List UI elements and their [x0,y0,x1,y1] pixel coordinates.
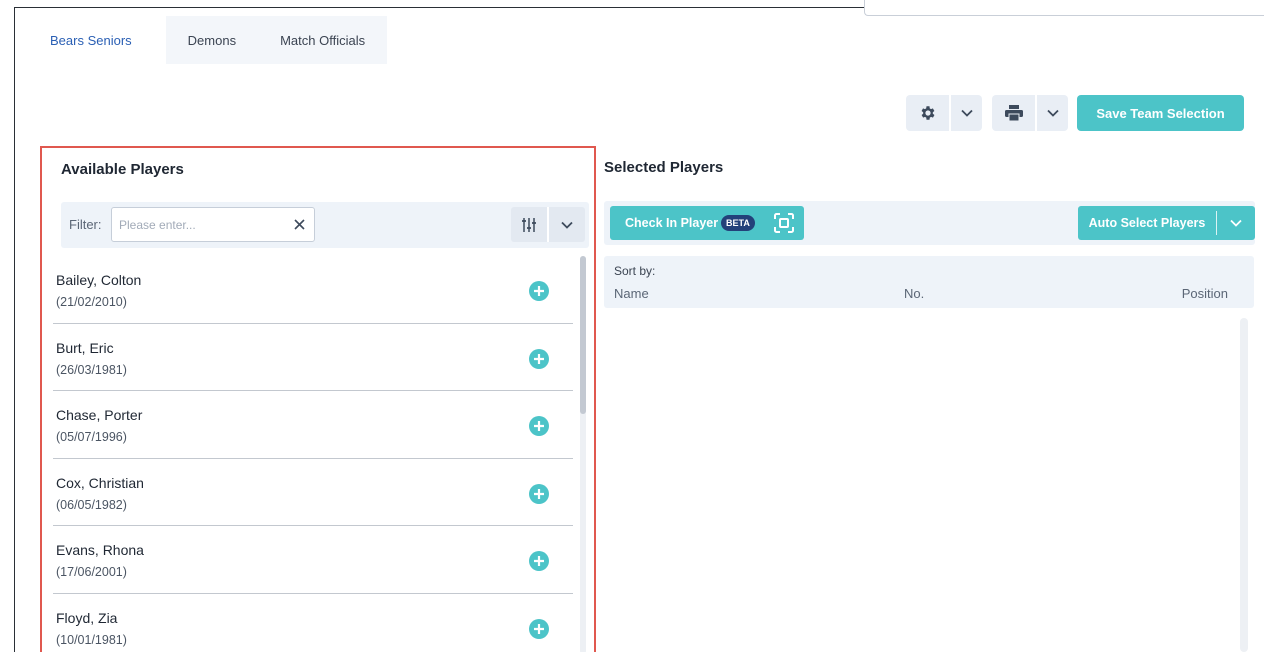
selected-list-scrollbar[interactable] [1240,318,1248,652]
plus-icon [534,421,544,431]
top-search-field[interactable] [864,0,1264,16]
scrollbar-thumb[interactable] [580,256,586,414]
list-item: Cox, Christian (06/05/1982) [53,459,573,526]
beta-badge: BETA [721,215,755,231]
auto-select-button-group: Auto Select Players [1078,206,1255,240]
list-item: Bailey, Colton (21/02/2010) [53,256,573,324]
divider [1216,211,1217,235]
print-button-group [992,95,1068,131]
available-players-panel: Available Players Filter: Please enter..… [40,146,596,652]
printer-icon [1004,105,1023,121]
gear-icon [921,106,934,120]
add-player-button[interactable] [529,281,549,301]
list-item: Chase, Porter (05/07/1996) [53,391,573,459]
chevron-down-icon [561,221,573,229]
team-tabs: Bears Seniors Demons Match Officials [16,16,388,64]
tab-bears-seniors[interactable]: Bears Seniors [16,16,166,64]
plus-icon [534,286,544,296]
add-player-button[interactable] [529,348,549,369]
check-in-label: Check In Player [625,216,719,230]
player-dob: (17/06/2001) [56,565,127,579]
filter-input[interactable] [111,207,315,242]
close-icon [293,218,305,230]
plus-icon [534,488,544,499]
auto-select-players-button[interactable]: Auto Select Players [1078,206,1216,240]
list-item: Evans, Rhona (17/06/2001) [53,526,573,594]
chevron-down-icon [1230,219,1242,227]
clear-filter-button[interactable] [289,214,309,234]
check-in-player-button[interactable]: Check In Player BETA [610,206,804,240]
player-name: Floyd, Zia [56,609,118,626]
available-player-list: Bailey, Colton (21/02/2010) Burt, Eric (… [53,256,573,652]
player-name: Cox, Christian [56,474,144,491]
available-players-title: Available Players [61,161,184,178]
filter-dropdown-button[interactable] [549,207,585,242]
plus-icon [534,353,544,364]
player-dob: (10/01/1981) [56,632,127,647]
sort-by-position[interactable]: Position [1182,286,1228,301]
add-player-button[interactable] [529,483,549,504]
player-name: Burt, Eric [56,339,114,356]
plus-icon [534,623,544,634]
player-dob: (26/03/1981) [56,362,127,377]
filter-bar: Filter: [61,202,589,248]
sort-by-number[interactable]: No. [904,286,924,301]
chevron-down-icon [1046,109,1059,117]
print-button[interactable] [992,95,1035,131]
selected-players-toolbar: Check In Player BETA Auto Select Players [604,201,1255,245]
list-item: Burt, Eric (26/03/1981) [53,324,573,391]
add-player-button[interactable] [529,551,549,571]
sliders-icon [522,217,536,232]
player-name: Evans, Rhona [56,542,144,558]
print-dropdown-button[interactable] [1037,95,1068,131]
tab-demons[interactable]: Demons [166,16,258,64]
filter-settings-button[interactable] [511,207,547,242]
settings-button[interactable] [906,95,949,131]
tab-match-officials[interactable]: Match Officials [258,16,387,64]
team-selection-page: Bears Seniors Demons Match Officials Sav… [0,0,1264,652]
filter-options [511,207,585,242]
player-dob: (21/02/2010) [56,295,127,309]
player-name: Chase, Porter [56,407,143,423]
chevron-down-icon [960,109,973,117]
player-list-scrollbar[interactable] [580,256,586,652]
settings-dropdown-button[interactable] [951,95,982,131]
add-player-button[interactable] [529,416,549,436]
player-dob: (05/07/1996) [56,430,127,444]
selected-players-title: Selected Players [604,159,724,176]
plus-icon [534,556,544,566]
list-item: Floyd, Zia (10/01/1981) [53,594,573,652]
sort-by-name[interactable]: Name [614,286,649,301]
sort-bar: Sort by: Name No. Position [604,256,1254,308]
save-team-selection-button[interactable]: Save Team Selection [1077,95,1244,131]
filter-label: Filter: [69,217,102,232]
add-player-button[interactable] [529,618,549,639]
player-name: Bailey, Colton [56,272,142,288]
scan-icon [774,213,794,233]
auto-select-dropdown-button[interactable] [1217,206,1255,240]
player-dob: (06/05/1982) [56,497,127,512]
sort-label: Sort by: [614,264,656,278]
settings-button-group [906,95,982,131]
